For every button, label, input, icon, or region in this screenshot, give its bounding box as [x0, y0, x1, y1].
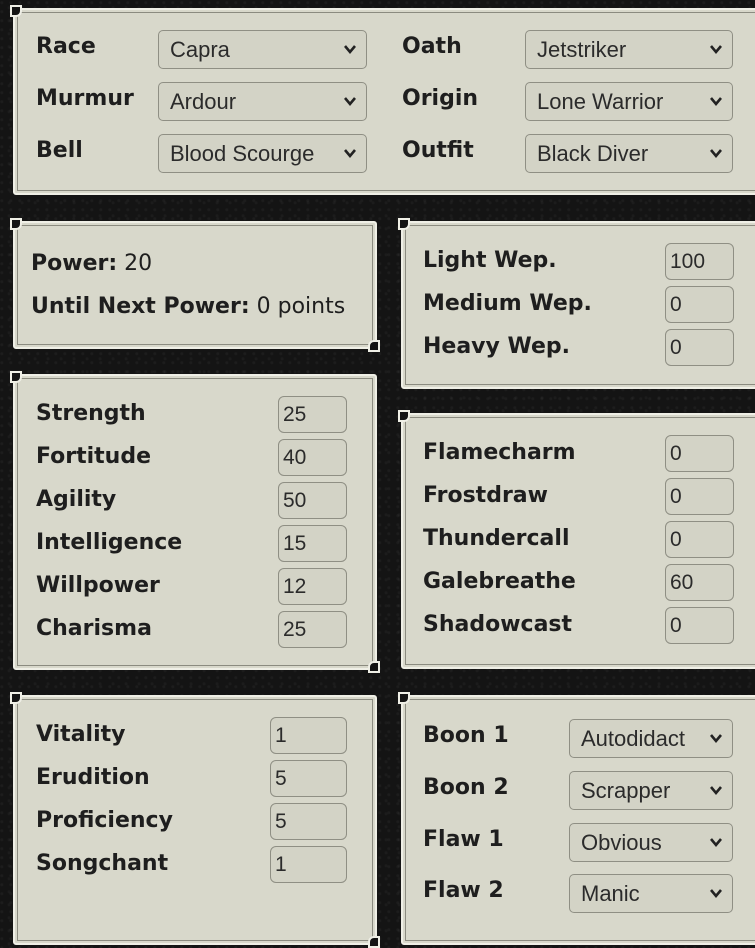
flaw-2-label: Flaw 2	[423, 878, 504, 903]
oath-label: Oath	[402, 34, 462, 59]
thundercall-label: Thundercall	[423, 526, 570, 551]
frostdraw-input[interactable]: 0	[665, 478, 734, 515]
murmur-label: Murmur	[36, 86, 134, 111]
intelligence-input[interactable]: 15	[278, 525, 347, 562]
oath-select[interactable]: Jetstriker	[525, 30, 733, 69]
vitality-input[interactable]: 1	[270, 717, 347, 754]
flaw-1-select[interactable]: Obvious	[569, 823, 733, 862]
power-value: 20	[124, 251, 153, 276]
boon-1-select[interactable]: Autodidact	[569, 719, 733, 758]
flamecharm-input[interactable]: 0	[665, 435, 734, 472]
heavy-weapon-label: Heavy Wep.	[423, 334, 571, 359]
origin-select[interactable]: Lone Warrior	[525, 82, 733, 121]
light-weapon-label: Light Wep.	[423, 248, 557, 273]
proficiency-input[interactable]: 5	[270, 803, 347, 840]
next-power-value: 0 points	[256, 294, 346, 319]
chevron-down-icon	[710, 45, 722, 55]
frostdraw-label: Frostdraw	[423, 483, 548, 508]
murmur-select[interactable]: Ardour	[158, 82, 367, 121]
light-weapon-input[interactable]: 100	[665, 243, 734, 280]
agility-input[interactable]: 50	[278, 482, 347, 519]
chevron-down-icon	[710, 97, 722, 107]
power-readout: Power: 20	[31, 251, 152, 276]
origin-label: Origin	[402, 86, 479, 111]
chevron-down-icon	[710, 734, 722, 744]
songchant-input[interactable]: 1	[270, 846, 347, 883]
bell-label: Bell	[36, 138, 83, 163]
boon-2-label: Boon 2	[423, 775, 509, 800]
flaw-1-label: Flaw 1	[423, 827, 504, 852]
erudition-input[interactable]: 5	[270, 760, 347, 797]
proficiency-label: Proficiency	[36, 808, 173, 833]
chevron-down-icon	[710, 149, 722, 159]
intelligence-label: Intelligence	[36, 530, 183, 555]
next-power-label: Until Next Power:	[31, 294, 250, 319]
shadowcast-input[interactable]: 0	[665, 607, 734, 644]
heavy-weapon-input[interactable]: 0	[665, 329, 734, 366]
race-select[interactable]: Capra	[158, 30, 367, 69]
medium-weapon-label: Medium Wep.	[423, 291, 592, 316]
chevron-down-icon	[344, 45, 356, 55]
boon-2-select[interactable]: Scrapper	[569, 771, 733, 810]
flamecharm-label: Flamecharm	[423, 440, 576, 465]
next-power-readout: Until Next Power: 0 points	[31, 294, 345, 319]
outfit-select[interactable]: Black Diver	[525, 134, 733, 173]
boon-1-label: Boon 1	[423, 723, 509, 748]
agility-label: Agility	[36, 487, 117, 512]
power-panel	[10, 218, 380, 352]
fortitude-label: Fortitude	[36, 444, 152, 469]
charisma-input[interactable]: 25	[278, 611, 347, 648]
strength-input[interactable]: 25	[278, 396, 347, 433]
bell-select[interactable]: Blood Scourge	[158, 134, 367, 173]
chevron-down-icon	[710, 889, 722, 899]
willpower-label: Willpower	[36, 573, 160, 598]
outfit-label: Outfit	[402, 138, 474, 163]
medium-weapon-input[interactable]: 0	[665, 286, 734, 323]
chevron-down-icon	[710, 838, 722, 848]
vitality-label: Vitality	[36, 722, 126, 747]
chevron-down-icon	[344, 149, 356, 159]
erudition-label: Erudition	[36, 765, 150, 790]
race-label: Race	[36, 34, 96, 59]
power-label: Power:	[31, 251, 118, 276]
galebreathe-input[interactable]: 60	[665, 564, 734, 601]
fortitude-input[interactable]: 40	[278, 439, 347, 476]
thundercall-input[interactable]: 0	[665, 521, 734, 558]
strength-label: Strength	[36, 401, 146, 426]
songchant-label: Songchant	[36, 851, 169, 876]
willpower-input[interactable]: 12	[278, 568, 347, 605]
shadowcast-label: Shadowcast	[423, 612, 573, 637]
chevron-down-icon	[710, 786, 722, 796]
flaw-2-select[interactable]: Manic	[569, 874, 733, 913]
galebreathe-label: Galebreathe	[423, 569, 576, 594]
charisma-label: Charisma	[36, 616, 152, 641]
chevron-down-icon	[344, 97, 356, 107]
